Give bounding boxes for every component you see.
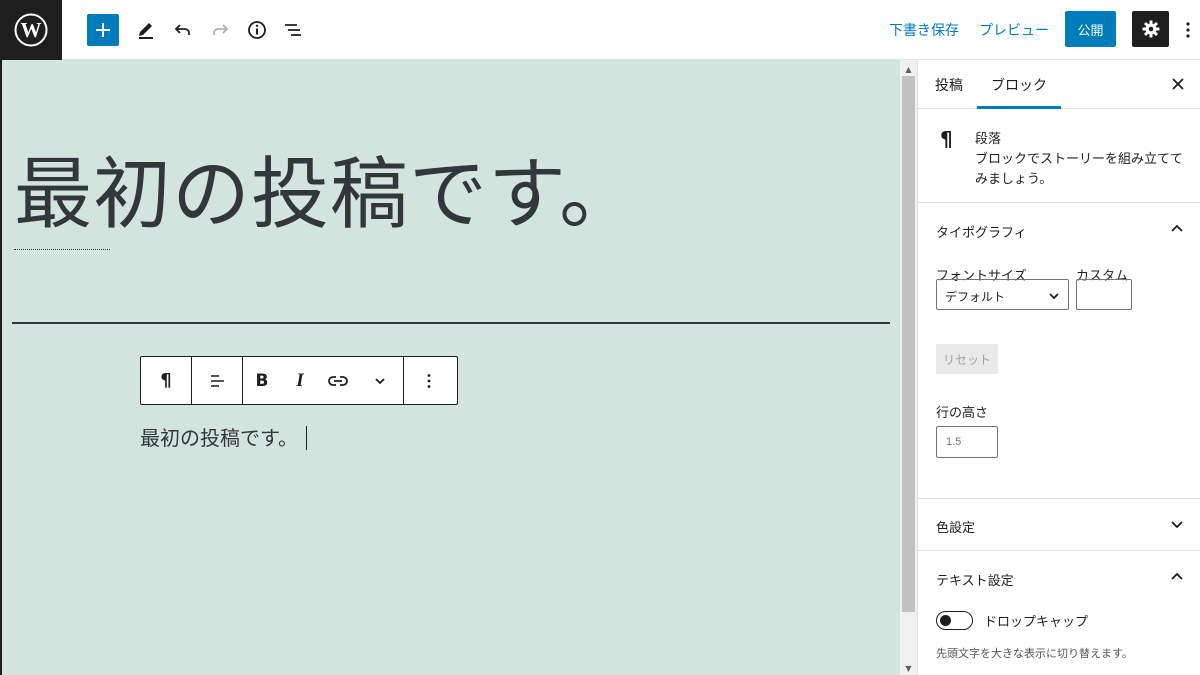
editor-canvas: 最初の投稿です。 ¶ B I 最初の投稿です。 (0, 60, 900, 675)
gear-icon (1142, 20, 1159, 38)
link-icon (328, 375, 348, 386)
paragraph-icon: ¶ (940, 127, 953, 151)
text-settings-panel-title: テキスト設定 (936, 574, 1014, 589)
chevron-up-icon (1171, 572, 1183, 580)
drop-cap-help: 先頭文字を大きな表示に切り替えます。 (936, 647, 1133, 660)
typography-panel-title: タイポグラフィ (936, 226, 1027, 241)
text-caret (306, 426, 307, 450)
wordpress-logo-button[interactable]: W (0, 0, 62, 60)
post-title[interactable]: 最初の投稿です。 (14, 132, 638, 244)
more-formatting-button[interactable] (357, 357, 403, 404)
paragraph-block-switcher[interactable]: ¶ (141, 357, 191, 404)
scroll-up-arrow-icon[interactable]: ▲ (900, 62, 917, 76)
redo-icon (213, 24, 229, 35)
sidebar-tabs: 投稿 ブロック (918, 60, 1200, 109)
settings-button[interactable] (1132, 11, 1169, 47)
plus-icon (96, 23, 110, 37)
italic-icon: I (296, 369, 304, 391)
chevron-down-icon (1171, 521, 1183, 529)
align-button[interactable] (192, 357, 242, 404)
chevron-up-icon (1171, 224, 1183, 232)
reset-button[interactable]: リセット (936, 344, 998, 374)
italic-button[interactable]: I (281, 357, 319, 404)
block-options-button[interactable] (404, 357, 454, 404)
settings-sidebar: 投稿 ブロック ¶ 段落 ブロックでストーリーを組み立ててみましょう。 タイポグ… (917, 60, 1200, 675)
close-sidebar-button[interactable] (1168, 74, 1188, 94)
bold-button[interactable]: B (243, 357, 281, 404)
details-button[interactable] (241, 14, 273, 46)
info-icon (248, 21, 266, 39)
more-options-button[interactable] (1180, 14, 1196, 46)
block-description: ブロックでストーリーを組み立ててみましょう。 (975, 152, 1184, 187)
text-settings-panel-toggle[interactable]: テキスト設定 (918, 551, 1200, 603)
toggle-knob (940, 615, 951, 626)
chevron-down-icon (375, 377, 385, 384)
bold-icon: B (255, 370, 269, 391)
font-size-select[interactable]: デフォルト (936, 279, 1069, 310)
undo-button[interactable] (167, 14, 199, 46)
color-panel-toggle[interactable]: 色設定 (918, 498, 1200, 550)
link-button[interactable] (319, 357, 357, 404)
custom-font-size-input[interactable] (1076, 279, 1132, 310)
scrollbar-thumb[interactable] (902, 76, 915, 612)
list-view-button[interactable] (277, 14, 309, 46)
drop-cap-label: ドロップキャップ (984, 615, 1089, 630)
svg-text:W: W (21, 18, 42, 42)
wordpress-icon: W (14, 13, 48, 47)
add-block-button[interactable] (87, 14, 119, 46)
editor-header: W 下書き保存 プレビュー 公開 (0, 0, 1200, 60)
tab-post[interactable]: 投稿 (935, 75, 963, 95)
chevron-down-icon (1049, 293, 1059, 300)
align-left-icon (211, 374, 224, 387)
color-panel-title: 色設定 (936, 521, 976, 536)
vertical-ellipsis-icon (427, 373, 431, 388)
tools-button[interactable] (130, 14, 162, 46)
drop-cap-toggle[interactable] (936, 611, 973, 630)
block-toolbar: ¶ B I (140, 356, 458, 405)
tab-block[interactable]: ブロック (991, 75, 1047, 95)
close-icon (1172, 78, 1184, 90)
separator-block[interactable] (12, 322, 890, 324)
redo-button[interactable] (204, 14, 236, 46)
paragraph-block[interactable]: 最初の投稿です。 (140, 422, 307, 451)
paragraph-text: 最初の投稿です。 (140, 426, 298, 450)
scroll-down-arrow-icon[interactable]: ▼ (900, 661, 917, 675)
font-size-value: デフォルト (945, 290, 1006, 304)
line-height-input[interactable] (936, 426, 998, 458)
paragraph-icon: ¶ (160, 370, 172, 391)
line-height-label: 行の高さ (936, 406, 989, 421)
list-view-icon (285, 24, 301, 36)
publish-button[interactable]: 公開 (1065, 11, 1116, 47)
editor-scrollbar[interactable]: ▲ ▼ (900, 60, 917, 675)
block-name: 段落 (975, 132, 1002, 147)
save-draft-button[interactable]: 下書き保存 (889, 20, 959, 40)
preview-button[interactable]: プレビュー (979, 20, 1049, 40)
block-card: ¶ 段落 ブロックでストーリーを組み立ててみましょう。 (918, 109, 1200, 203)
pencil-icon (139, 23, 153, 39)
vertical-ellipsis-icon (1186, 22, 1190, 38)
title-underline (14, 249, 110, 250)
typography-panel-toggle[interactable]: タイポグラフィ (918, 203, 1200, 255)
undo-icon (174, 24, 190, 35)
